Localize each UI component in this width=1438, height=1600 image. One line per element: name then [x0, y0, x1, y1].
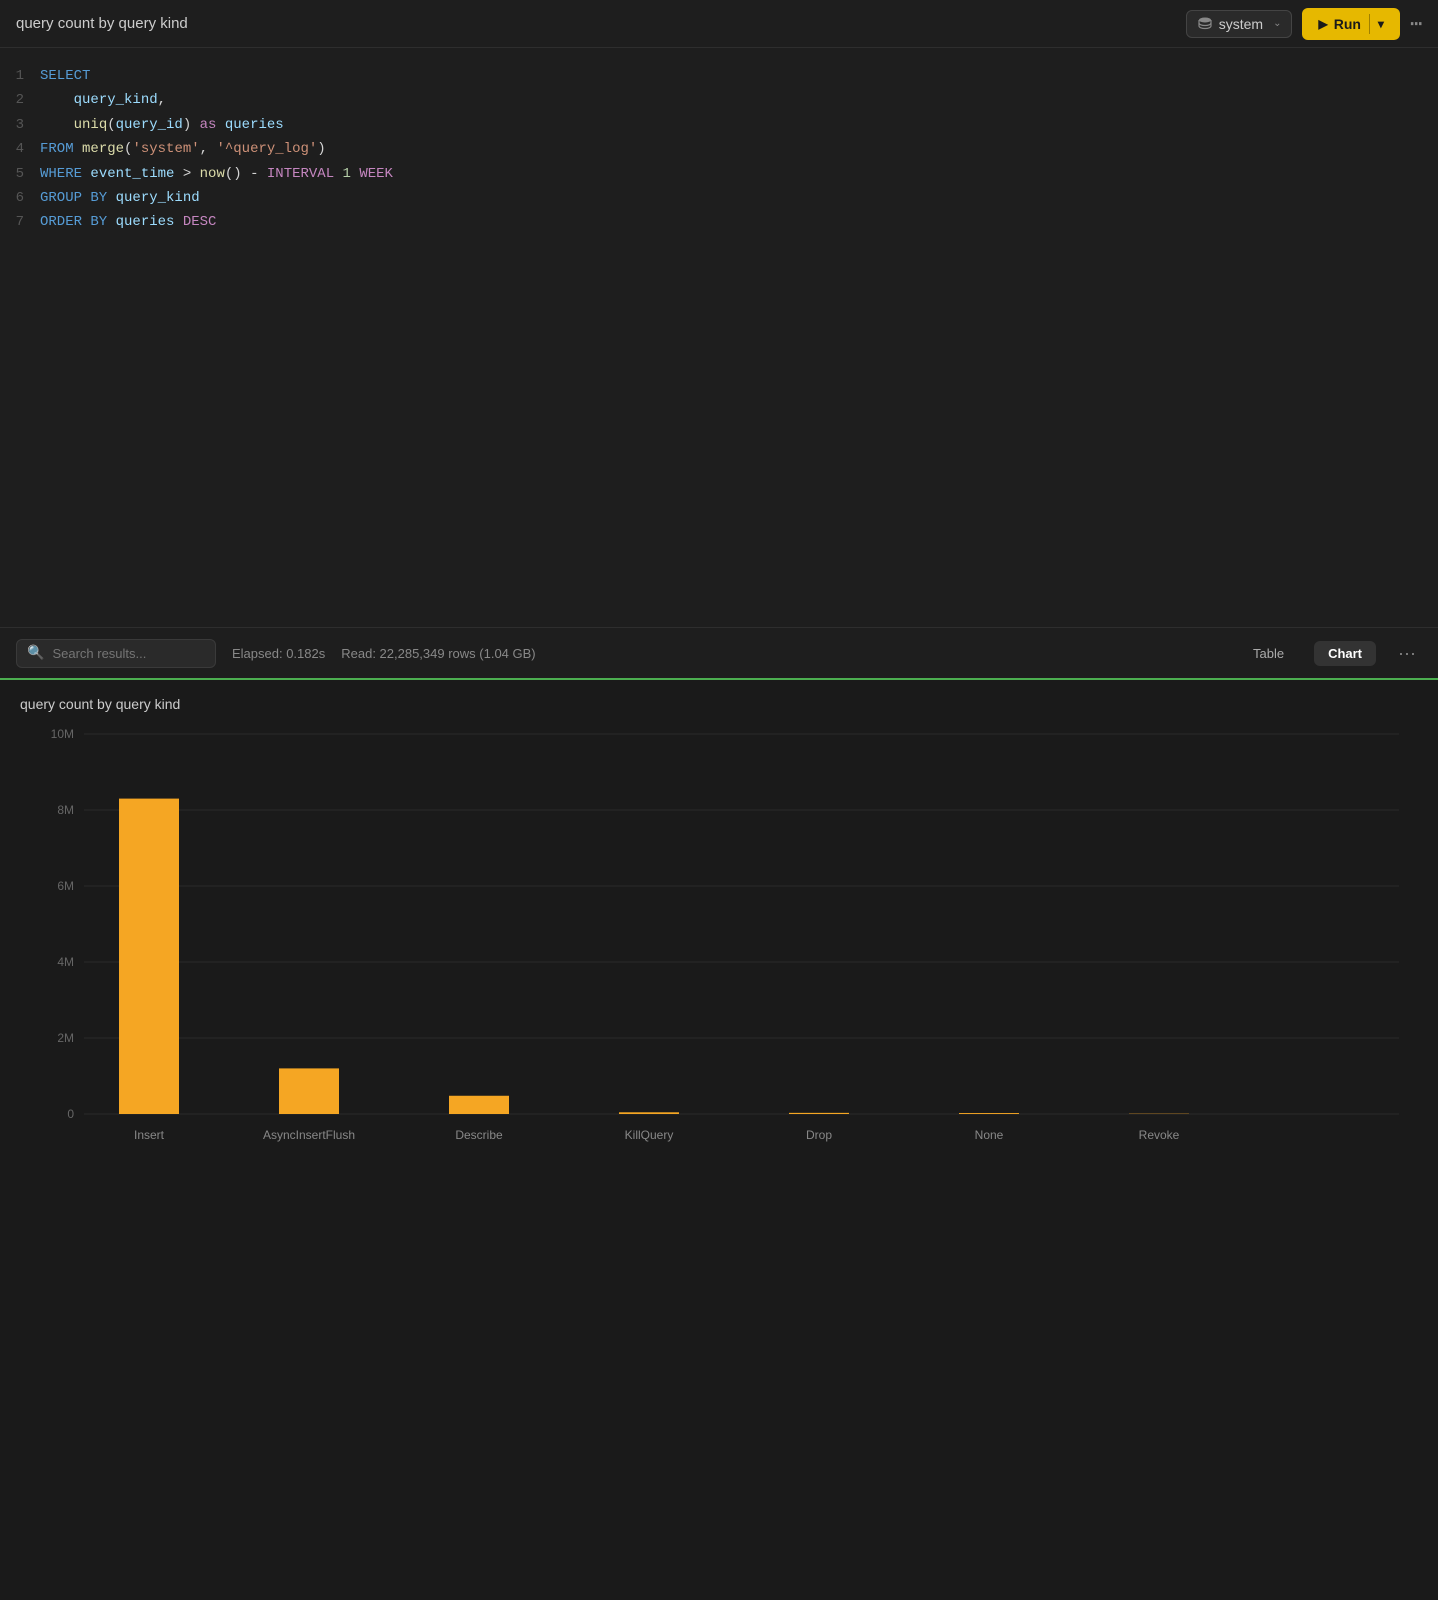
- editor-line-7: 7 ORDER BY queries DESC: [0, 210, 1438, 234]
- line-content-1: SELECT: [40, 65, 90, 87]
- chart-title: query count by query kind: [20, 696, 1418, 712]
- read-text: Read: 22,285,349 rows (1.04 GB): [341, 646, 535, 661]
- line-number-1: 1: [0, 65, 40, 87]
- bar-insert: [119, 799, 179, 1114]
- line-content-5: WHERE event_time > now() - INTERVAL 1 WE…: [40, 163, 393, 185]
- top-bar: query count by query kind system ⌄ ▶ Run…: [0, 0, 1438, 48]
- line-number-3: 3: [0, 114, 40, 136]
- line-content-4: FROM merge('system', '^query_log'): [40, 138, 326, 160]
- sql-editor[interactable]: 1 SELECT 2 query_kind, 3 uniq(query_id) …: [0, 48, 1438, 628]
- y-label-4m: 4M: [57, 955, 74, 969]
- editor-line-2: 2 query_kind,: [0, 88, 1438, 112]
- elapsed-text: Elapsed: 0.182s: [232, 646, 325, 661]
- more-options-button[interactable]: ···: [1392, 641, 1422, 666]
- page-title: query count by query kind: [16, 15, 188, 32]
- editor-line-5: 5 WHERE event_time > now() - INTERVAL 1 …: [0, 162, 1438, 186]
- y-label-0: 0: [67, 1107, 74, 1121]
- y-label-6m: 6M: [57, 879, 74, 893]
- line-number-4: 4: [0, 138, 40, 160]
- line-number-5: 5: [0, 163, 40, 185]
- y-label-10m: 10M: [51, 727, 74, 741]
- x-label-insert: Insert: [134, 1128, 165, 1142]
- x-label-describe: Describe: [455, 1128, 503, 1142]
- bar-asyncinsertflush: [279, 1068, 339, 1114]
- database-icon: [1197, 16, 1213, 32]
- chart-container: 10M 8M 6M 4M 2M 0 Insert AsyncInsertFlus…: [20, 724, 1418, 1184]
- chart-view-button[interactable]: Chart: [1314, 641, 1376, 666]
- editor-line-6: 6 GROUP BY query_kind: [0, 186, 1438, 210]
- line-content-2: query_kind,: [40, 89, 166, 111]
- line-content-7: ORDER BY queries DESC: [40, 211, 216, 233]
- line-number-6: 6: [0, 187, 40, 209]
- chart-svg: 10M 8M 6M 4M 2M 0 Insert AsyncInsertFlus…: [20, 724, 1418, 1184]
- line-content-3: uniq(query_id) as queries: [40, 114, 284, 136]
- line-number-7: 7: [0, 211, 40, 233]
- divider: [1369, 14, 1370, 34]
- bar-none: [959, 1113, 1019, 1114]
- bar-drop: [789, 1113, 849, 1114]
- database-selector[interactable]: system ⌄: [1186, 10, 1293, 38]
- line-content-6: GROUP BY query_kind: [40, 187, 200, 209]
- search-input[interactable]: [52, 646, 192, 661]
- bar-describe: [449, 1096, 509, 1114]
- top-bar-right: system ⌄ ▶ Run ▾ ⋯: [1186, 8, 1422, 40]
- chart-section: query count by query kind 10M 8M 6M 4M 2…: [0, 680, 1438, 1184]
- y-label-8m: 8M: [57, 803, 74, 817]
- x-label-none: None: [975, 1128, 1004, 1142]
- y-label-2m: 2M: [57, 1031, 74, 1045]
- x-label-revoke: Revoke: [1139, 1128, 1180, 1142]
- search-box[interactable]: 🔍: [16, 639, 216, 668]
- line-number-2: 2: [0, 89, 40, 111]
- editor-line-1: 1 SELECT: [0, 64, 1438, 88]
- editor-line-3: 3 uniq(query_id) as queries: [0, 113, 1438, 137]
- database-name: system: [1219, 16, 1263, 32]
- run-label: Run: [1334, 16, 1361, 32]
- x-label-drop: Drop: [806, 1128, 832, 1142]
- x-label-killquery: KillQuery: [625, 1128, 674, 1142]
- editor-line-4: 4 FROM merge('system', '^query_log'): [0, 137, 1438, 161]
- bar-killquery: [619, 1112, 679, 1114]
- search-icon: 🔍: [27, 645, 44, 662]
- run-button[interactable]: ▶ Run ▾: [1302, 8, 1399, 40]
- x-label-asyncinsertflush: AsyncInsertFlush: [263, 1128, 355, 1142]
- table-view-button[interactable]: Table: [1239, 641, 1298, 666]
- chevron-down-icon[interactable]: ▾: [1378, 17, 1384, 31]
- more-options-icon[interactable]: ⋯: [1410, 11, 1422, 37]
- play-icon: ▶: [1318, 17, 1327, 31]
- results-bar: 🔍 Elapsed: 0.182s Read: 22,285,349 rows …: [0, 628, 1438, 680]
- chevron-icon: ⌄: [1273, 18, 1281, 29]
